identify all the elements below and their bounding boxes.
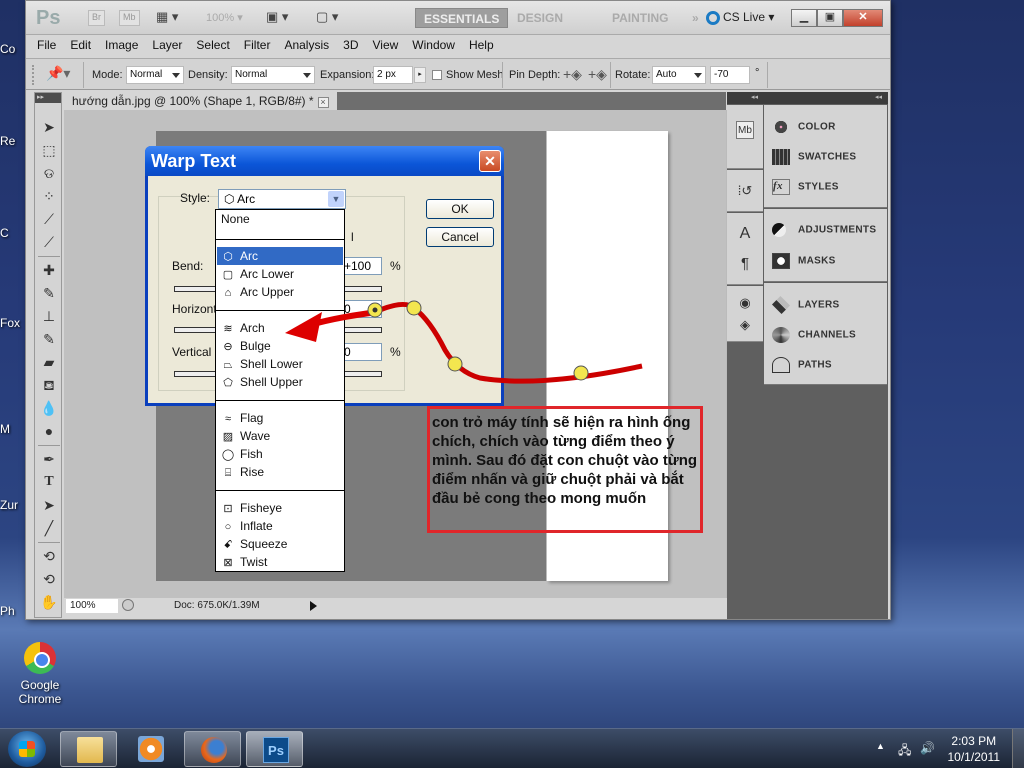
anchor-point[interactable] <box>573 365 589 381</box>
anchor-center <box>372 307 378 313</box>
taskbar: Ps ▲ 🖧 🔊 2:03 PM 10/1/2011 <box>0 728 1024 768</box>
anchor-point[interactable] <box>406 300 422 316</box>
firefox-icon <box>201 737 227 763</box>
clock[interactable]: 2:03 PM 10/1/2011 <box>948 733 1001 765</box>
windows-logo-icon <box>19 741 35 757</box>
taskbar-explorer[interactable] <box>60 731 117 767</box>
show-desktop-button[interactable] <box>1012 729 1024 768</box>
photoshop-icon: Ps <box>263 737 289 763</box>
warp-curve-path <box>379 302 643 384</box>
start-button[interactable] <box>8 731 46 767</box>
taskbar-firefox[interactable] <box>184 731 241 767</box>
instruction-annotation: con trỏ máy tính sẽ hiện ra hình ống chí… <box>427 406 703 533</box>
arrow-head-icon <box>285 312 322 342</box>
clock-date: 10/1/2011 <box>947 750 1001 764</box>
taskbar-photoshop[interactable]: Ps <box>246 731 303 767</box>
annotation-overlay <box>285 300 643 384</box>
volume-icon[interactable]: 🔊 <box>920 741 935 755</box>
media-player-icon <box>138 736 164 762</box>
folder-icon <box>77 737 103 763</box>
anchor-point[interactable] <box>447 356 463 372</box>
show-hidden-icons-icon[interactable]: ▲ <box>876 741 885 751</box>
network-icon[interactable]: 🖧 <box>898 741 911 762</box>
system-tray: ▲ 🖧 🔊 2:03 PM 10/1/2011 <box>854 729 1024 768</box>
taskbar-media-player[interactable] <box>122 731 179 767</box>
clock-time: 2:03 PM <box>951 734 997 748</box>
